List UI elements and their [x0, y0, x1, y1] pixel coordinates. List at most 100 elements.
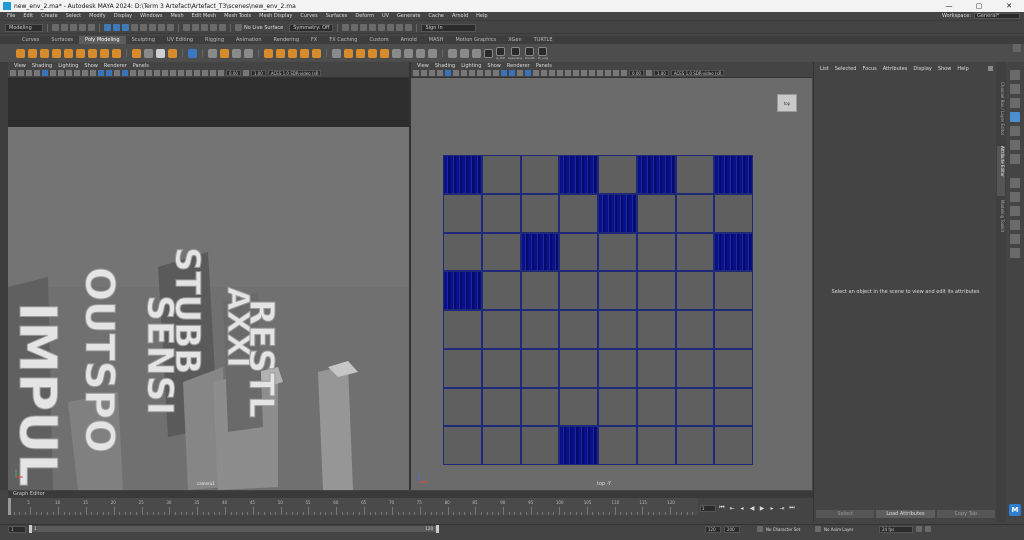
vp-menu-lighting[interactable]: Lighting [55, 63, 81, 69]
xray-icon[interactable] [186, 70, 192, 76]
minimize-button[interactable]: — [934, 0, 964, 12]
render-icon[interactable] [351, 24, 359, 31]
text-icon[interactable] [156, 48, 165, 58]
anim-layer-icon[interactable] [815, 526, 821, 532]
svg-icon[interactable] [168, 48, 177, 58]
shelf-settings-icon[interactable] [1013, 44, 1021, 52]
safe-action-icon[interactable] [82, 70, 88, 76]
pin-icon[interactable] [988, 66, 993, 71]
tab-channel-box[interactable]: Channel Box / Layer Editor [997, 82, 1005, 142]
tab-arnold[interactable]: Arnold [395, 36, 423, 44]
two-view-layout-icon[interactable] [1010, 234, 1020, 244]
no-live-surface-label[interactable]: No Live Surface [244, 25, 287, 31]
select-button[interactable]: Select [816, 510, 875, 518]
current-time-marker[interactable] [8, 498, 11, 515]
tab-fx[interactable]: FX [305, 36, 323, 44]
motion-blur-icon[interactable] [154, 70, 160, 76]
new-scene-icon[interactable] [52, 24, 59, 31]
ae-menu-selected[interactable]: Selected [832, 66, 860, 72]
tab-xgen[interactable]: XGen [502, 36, 528, 44]
exposure-icon[interactable] [621, 70, 627, 76]
super-shape-icon[interactable] [112, 48, 121, 58]
end-time-field[interactable]: 120 [705, 525, 721, 533]
custom-shelf-icon[interactable] [484, 48, 493, 58]
tab-poly-modeling[interactable]: Poly Modeling [79, 36, 126, 44]
resolution-gate-icon[interactable] [58, 70, 64, 76]
fill-hole-icon[interactable] [312, 48, 321, 58]
play-backwards-icon[interactable]: ◀ [748, 505, 756, 512]
view-transform-dropdown[interactable]: ACES 1.0 SDR-video (sR [267, 70, 322, 76]
step-back-key-icon[interactable]: ⇤ [728, 505, 736, 512]
wireframe-on-shaded-icon[interactable] [517, 70, 523, 76]
single-perspective-layout-icon[interactable] [1010, 178, 1020, 188]
insert-edge-loop-icon[interactable] [416, 48, 425, 58]
tab-animation[interactable]: Animation [230, 36, 268, 44]
mask-icon[interactable] [149, 24, 156, 31]
vp-menu-show[interactable]: Show [81, 63, 101, 69]
menu-mesh[interactable]: Mesh [166, 13, 187, 19]
select-by-component-icon[interactable] [122, 24, 129, 31]
backface-icon[interactable] [210, 70, 216, 76]
mirror-icon[interactable] [264, 48, 273, 58]
depth-of-field-icon[interactable] [170, 70, 176, 76]
xray-joints-icon[interactable] [202, 70, 208, 76]
exposure-field[interactable]: 0.00 [629, 70, 644, 76]
poly-torus-icon[interactable] [64, 48, 73, 58]
xray-active-icon[interactable] [194, 70, 200, 76]
poly-cone-icon[interactable] [52, 48, 61, 58]
slide-edge-icon[interactable] [460, 48, 469, 58]
playback-settings-icon[interactable] [925, 526, 931, 532]
field-chart-icon[interactable] [74, 70, 80, 76]
auto-key-icon[interactable] [916, 526, 922, 532]
sign-in-button[interactable]: Sign In [421, 23, 477, 32]
safe-action-icon[interactable] [485, 70, 491, 76]
load-attributes-button[interactable]: Load Attributes [876, 510, 935, 518]
menu-arnold[interactable]: Arnold [448, 13, 472, 19]
film-gate-icon[interactable] [50, 70, 56, 76]
menu-display[interactable]: Display [110, 13, 136, 19]
xray-joints-icon[interactable] [605, 70, 611, 76]
arnold-render-icon[interactable] [405, 24, 413, 31]
last-tool-icon[interactable] [1010, 154, 1020, 164]
tab-sculpting[interactable]: Sculpting [126, 36, 161, 44]
menu-cache[interactable]: Cache [424, 13, 448, 19]
fps-dropdown[interactable]: 24 fps [879, 525, 913, 533]
tab-mash[interactable]: MASH [423, 36, 450, 44]
snap-point-icon[interactable] [201, 24, 208, 31]
wedge-icon[interactable] [380, 48, 389, 58]
ae-menu-list[interactable]: List [817, 66, 832, 72]
custom-mel-button[interactable]: mouth [525, 46, 535, 60]
tab-modeling-toolkit[interactable]: Modeling Toolkit [997, 200, 1005, 250]
use-all-lights-icon[interactable] [130, 70, 136, 76]
vp-menu-shading[interactable]: Shading [29, 63, 55, 69]
anim-layer-dropdown[interactable]: No Anim Layer [824, 527, 876, 532]
combine-icon[interactable] [188, 48, 197, 58]
step-forward-key-icon[interactable]: ⇥ [778, 505, 786, 512]
quad-draw-icon[interactable] [448, 48, 457, 58]
bookmark-icon[interactable] [429, 70, 435, 76]
range-end-handle[interactable] [436, 525, 439, 533]
bridge-icon[interactable] [288, 48, 297, 58]
save-scene-icon[interactable] [70, 24, 77, 31]
view-cube[interactable]: top [777, 94, 797, 112]
menu-create[interactable]: Create [37, 13, 62, 19]
screen-space-ao-icon[interactable] [146, 70, 152, 76]
time-slider[interactable]: 5 10 15 20 25 30 35 40 45 50 55 60 65 70 75 80 85 90 95 100… [8, 498, 698, 515]
field-chart-icon[interactable] [477, 70, 483, 76]
max-time-field[interactable]: 200 [724, 525, 740, 533]
motion-blur-icon[interactable] [557, 70, 563, 76]
shadows-icon[interactable] [138, 70, 144, 76]
go-to-start-icon[interactable]: ⏮ [718, 504, 726, 512]
grid-icon[interactable] [42, 70, 48, 76]
step-back-frame-icon[interactable]: ◂ [738, 505, 746, 512]
image-plane-icon[interactable] [34, 70, 40, 76]
maximize-button[interactable]: ▢ [964, 0, 994, 12]
vp-menu-renderer[interactable]: Renderer [504, 63, 533, 69]
copy-tab-button[interactable]: Copy Tab [936, 510, 995, 518]
anti-aliasing-icon[interactable] [162, 70, 168, 76]
depth-of-field-icon[interactable] [573, 70, 579, 76]
camera-attributes-icon[interactable] [421, 70, 427, 76]
wireframe-icon[interactable] [98, 70, 104, 76]
xray-active-icon[interactable] [597, 70, 603, 76]
poly-plane-icon[interactable] [76, 48, 85, 58]
